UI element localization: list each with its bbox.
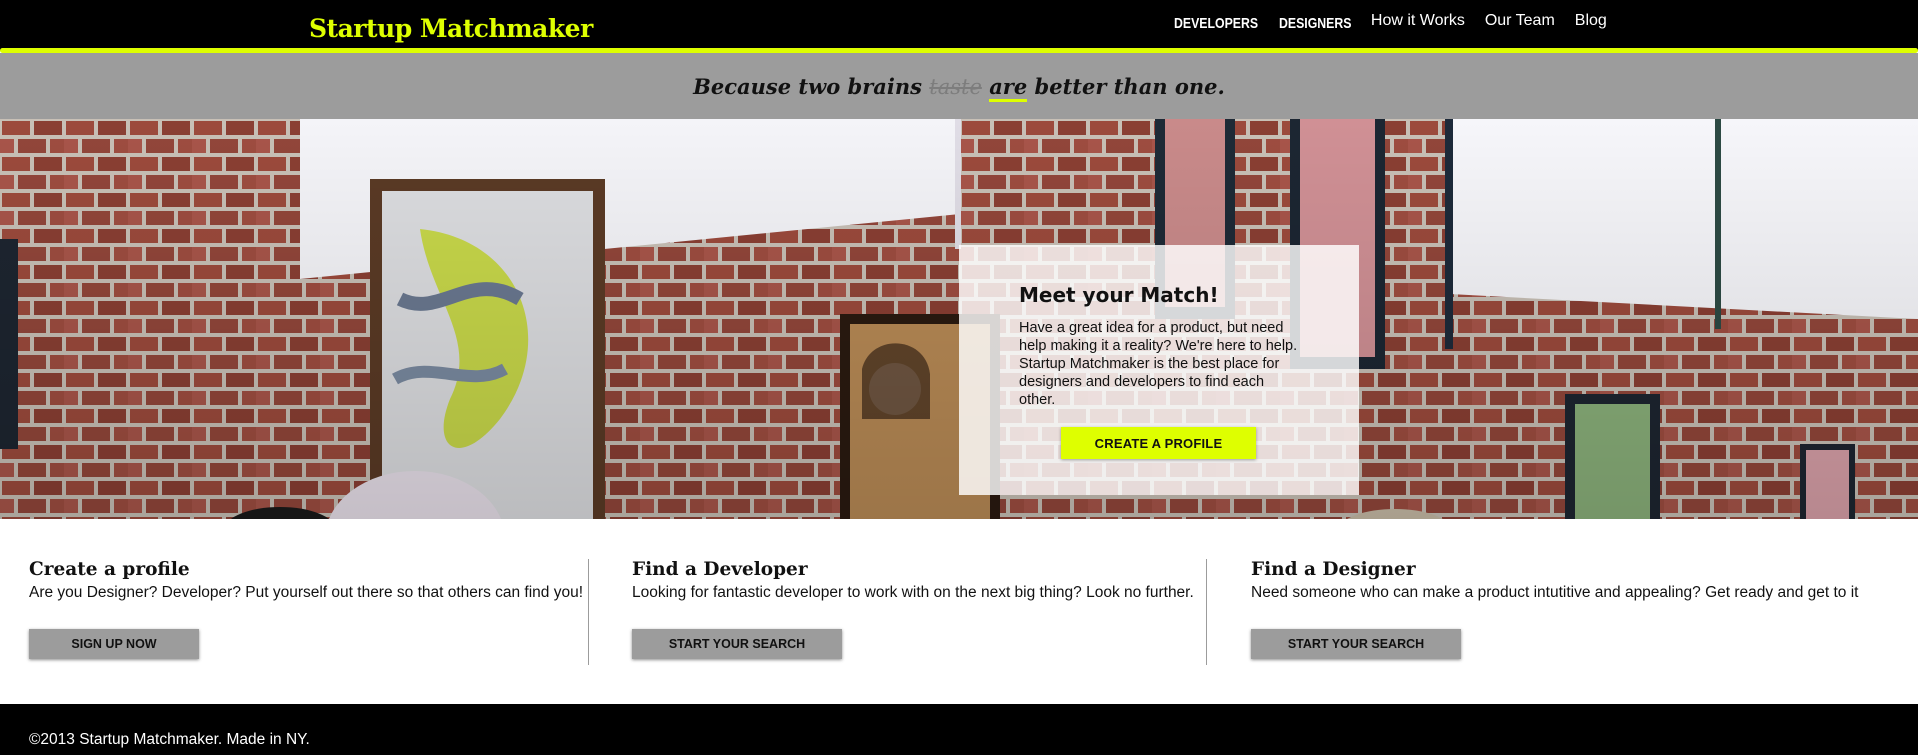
feature-find-designer: Find a Designer Need someone who can mak… bbox=[1251, 559, 1858, 659]
footer: ©2013 Startup Matchmaker. Made in NY. bbox=[0, 704, 1918, 755]
tagline-band: Because two brains taste are better than… bbox=[0, 53, 1918, 119]
feature-title: Find a Designer bbox=[1251, 559, 1416, 580]
footer-copyright: ©2013 Startup Matchmaker. Made in NY. bbox=[29, 731, 310, 748]
feature-find-developer: Find a Developer Looking for fantastic d… bbox=[632, 559, 1194, 659]
developer-search-button[interactable]: START YOUR SEARCH bbox=[632, 629, 842, 659]
column-divider bbox=[1206, 559, 1207, 665]
features-section: Create a profile Are you Designer? Devel… bbox=[0, 519, 1918, 704]
nav-item-designers[interactable]: DESIGNERS bbox=[1279, 15, 1351, 32]
match-card-text: Have a great idea for a product, but nee… bbox=[1019, 320, 1298, 408]
designer-search-button[interactable]: START YOUR SEARCH bbox=[1251, 629, 1461, 659]
match-card-title: Meet your Match! bbox=[1019, 283, 1219, 307]
feature-text: Are you Designer? Developer? Put yoursel… bbox=[29, 584, 584, 601]
top-nav-bar: Startup Matchmaker DEVELOPERS DESIGNERS … bbox=[0, 0, 1918, 53]
nav-item-our-team[interactable]: Our Team bbox=[1485, 12, 1555, 30]
feature-title: Find a Developer bbox=[632, 559, 808, 580]
sign-up-button[interactable]: SIGN UP NOW bbox=[29, 629, 199, 659]
match-card: Meet your Match! Have a great idea for a… bbox=[959, 245, 1359, 495]
main-nav: DEVELOPERS DESIGNERS How it Works Our Te… bbox=[1174, 12, 1607, 32]
site-logo[interactable]: Startup Matchmaker bbox=[309, 14, 593, 43]
nav-item-developers[interactable]: DEVELOPERS bbox=[1174, 15, 1258, 32]
feature-title: Create a profile bbox=[29, 559, 190, 580]
tagline: Because two brains taste are better than… bbox=[693, 73, 1225, 102]
tagline-start: Because two brains bbox=[693, 73, 930, 99]
column-divider bbox=[588, 559, 589, 665]
tagline-struck-word: taste bbox=[929, 74, 982, 99]
tagline-end: better than one. bbox=[1027, 73, 1225, 99]
feature-create-profile: Create a profile Are you Designer? Devel… bbox=[29, 559, 583, 659]
nav-item-how-it-works[interactable]: How it Works bbox=[1371, 12, 1465, 30]
hero-section: Meet your Match! Have a great idea for a… bbox=[0, 119, 1918, 519]
feature-text: Looking for fantastic developer to work … bbox=[632, 584, 1194, 601]
nav-item-blog[interactable]: Blog bbox=[1575, 12, 1607, 30]
feature-text: Need someone who can make a product intu… bbox=[1251, 584, 1859, 601]
create-profile-button[interactable]: CREATE A PROFILE bbox=[1061, 427, 1256, 459]
tagline-highlight-word: are bbox=[989, 73, 1028, 102]
